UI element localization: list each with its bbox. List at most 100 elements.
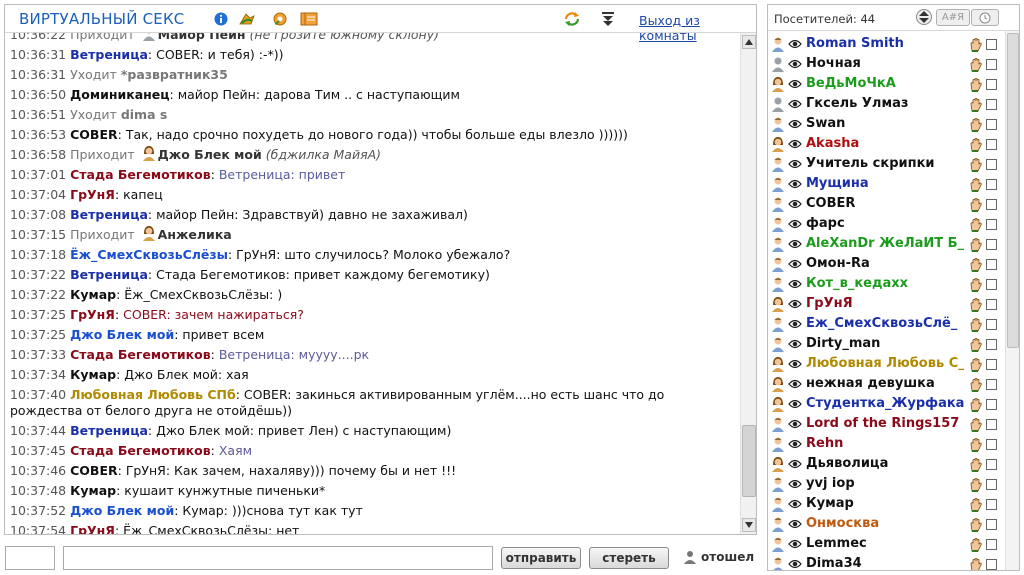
user-name[interactable]: Ёж_СмехСквозьСлё_: [806, 316, 964, 331]
user-name[interactable]: Дьяволица: [806, 456, 964, 471]
user-checkbox[interactable]: [986, 559, 997, 570]
user-list-item[interactable]: ВеДьМоЧкА: [768, 74, 1004, 94]
user-checkbox[interactable]: [986, 139, 997, 150]
hand-icon[interactable]: [968, 197, 984, 213]
user-nick[interactable]: Джо Блек мой: [70, 327, 174, 342]
user-checkbox[interactable]: [986, 199, 997, 210]
user-list-item[interactable]: Кот_в_кедахх: [768, 274, 1004, 294]
user-nick[interactable]: ГрУнЯ: [70, 523, 115, 534]
hand-icon[interactable]: [968, 157, 984, 173]
user-nick[interactable]: Ветреница: [70, 47, 148, 62]
notebook-icon[interactable]: [300, 11, 318, 27]
user-checkbox[interactable]: [986, 419, 997, 430]
eye-icon[interactable]: [788, 318, 802, 330]
user-nick[interactable]: COBER: [70, 127, 118, 142]
user-name[interactable]: Roman Smith: [806, 36, 964, 51]
user-list-item[interactable]: Dima34: [768, 554, 1004, 570]
user-checkbox[interactable]: [986, 239, 997, 250]
user-name[interactable]: фарс: [806, 216, 964, 231]
eye-icon[interactable]: [788, 438, 802, 450]
user-nick[interactable]: ГрУнЯ: [70, 187, 115, 202]
user-checkbox[interactable]: [986, 399, 997, 410]
user-name[interactable]: AleXanDr ЖеЛаИТ Б_: [806, 236, 964, 251]
user-checkbox[interactable]: [986, 279, 997, 290]
user-nick[interactable]: Ветреница: [70, 267, 148, 282]
user-name[interactable]: ВеДьМоЧкА: [806, 76, 964, 91]
eye-icon[interactable]: [788, 458, 802, 470]
user-name[interactable]: Онмосква: [806, 516, 964, 531]
eye-icon[interactable]: [788, 298, 802, 310]
user-name[interactable]: Akasha: [806, 136, 964, 151]
user-checkbox[interactable]: [986, 499, 997, 510]
hand-icon[interactable]: [968, 357, 984, 373]
user-checkbox[interactable]: [986, 179, 997, 190]
user-name[interactable]: COBER: [806, 196, 964, 211]
user-checkbox[interactable]: [986, 539, 997, 550]
eye-icon[interactable]: [788, 78, 802, 90]
user-nick[interactable]: Ветреница: [70, 207, 148, 222]
user-list-item[interactable]: COBER: [768, 194, 1004, 214]
away-toggle[interactable]: отошел: [683, 550, 754, 564]
hand-icon[interactable]: [968, 377, 984, 393]
user-name[interactable]: Dima34: [806, 556, 964, 570]
send-button[interactable]: отправить: [501, 547, 581, 569]
user-name[interactable]: Dirty_man: [806, 336, 964, 351]
eye-icon[interactable]: [788, 558, 802, 570]
eye-icon[interactable]: [788, 158, 802, 170]
hand-icon[interactable]: [968, 497, 984, 513]
user-list-item[interactable]: ГрУнЯ: [768, 294, 1004, 314]
user-list-item[interactable]: нежная девушка: [768, 374, 1004, 394]
user-list-item[interactable]: Rehn: [768, 434, 1004, 454]
user-list-item[interactable]: Онмосква: [768, 514, 1004, 534]
user-nick[interactable]: Майор Пейн: [158, 33, 246, 42]
clock-icon[interactable]: [971, 9, 999, 26]
scroll-up-button[interactable]: [742, 35, 756, 49]
user-list-item[interactable]: Akasha: [768, 134, 1004, 154]
sort-alphabetical-button[interactable]: А#Я: [936, 9, 970, 26]
user-name[interactable]: Rehn: [806, 436, 964, 451]
eye-icon[interactable]: [788, 398, 802, 410]
user-nick[interactable]: Джо Блек мой: [70, 503, 174, 518]
eye-icon[interactable]: [788, 38, 802, 50]
user-name[interactable]: yvj iop: [806, 476, 964, 491]
user-list-item[interactable]: Гксель Улмаз: [768, 94, 1004, 114]
user-checkbox[interactable]: [986, 479, 997, 490]
user-name[interactable]: Любовная Любовь С_: [806, 356, 964, 371]
chat-scrollbar[interactable]: [740, 33, 756, 534]
eye-icon[interactable]: [788, 518, 802, 530]
hand-icon[interactable]: [968, 557, 984, 570]
user-list-item[interactable]: Ночная: [768, 54, 1004, 74]
user-list-item[interactable]: Ёж_СмехСквозьСлё_: [768, 314, 1004, 334]
user-nick[interactable]: Кумар: [70, 287, 116, 302]
hand-icon[interactable]: [968, 77, 984, 93]
user-checkbox[interactable]: [986, 159, 997, 170]
sort-up-down-icon[interactable]: [916, 9, 932, 25]
user-checkbox[interactable]: [986, 259, 997, 270]
hand-icon[interactable]: [968, 417, 984, 433]
smiley-icon[interactable]: [238, 11, 256, 27]
eye-icon[interactable]: [788, 358, 802, 370]
user-nick[interactable]: Кумар: [70, 483, 116, 498]
user-name[interactable]: нежная девушка: [806, 376, 964, 391]
user-checkbox[interactable]: [986, 339, 997, 350]
user-checkbox[interactable]: [986, 439, 997, 450]
refresh-icon[interactable]: [563, 11, 581, 27]
eye-icon[interactable]: [788, 378, 802, 390]
user-nick[interactable]: COBER: [70, 463, 118, 478]
hand-icon[interactable]: [968, 117, 984, 133]
hand-icon[interactable]: [968, 37, 984, 53]
user-list-item[interactable]: Омон-Ra: [768, 254, 1004, 274]
eye-icon[interactable]: [788, 278, 802, 290]
user-name[interactable]: Учитель скрипки: [806, 156, 964, 171]
user-list-item[interactable]: Дьяволица: [768, 454, 1004, 474]
user-list-item[interactable]: AleXanDr ЖеЛаИТ Б_: [768, 234, 1004, 254]
hand-icon[interactable]: [968, 257, 984, 273]
eye-icon[interactable]: [788, 198, 802, 210]
user-name[interactable]: ГрУнЯ: [806, 296, 964, 311]
user-nick[interactable]: *развратник35: [121, 67, 228, 82]
user-nick[interactable]: Ёж_СмехСквозьСлёзы: [70, 247, 228, 262]
user-checkbox[interactable]: [986, 459, 997, 470]
hand-icon[interactable]: [968, 217, 984, 233]
user-list-item[interactable]: Roman Smith: [768, 34, 1004, 54]
user-list-item[interactable]: Учитель скрипки: [768, 154, 1004, 174]
